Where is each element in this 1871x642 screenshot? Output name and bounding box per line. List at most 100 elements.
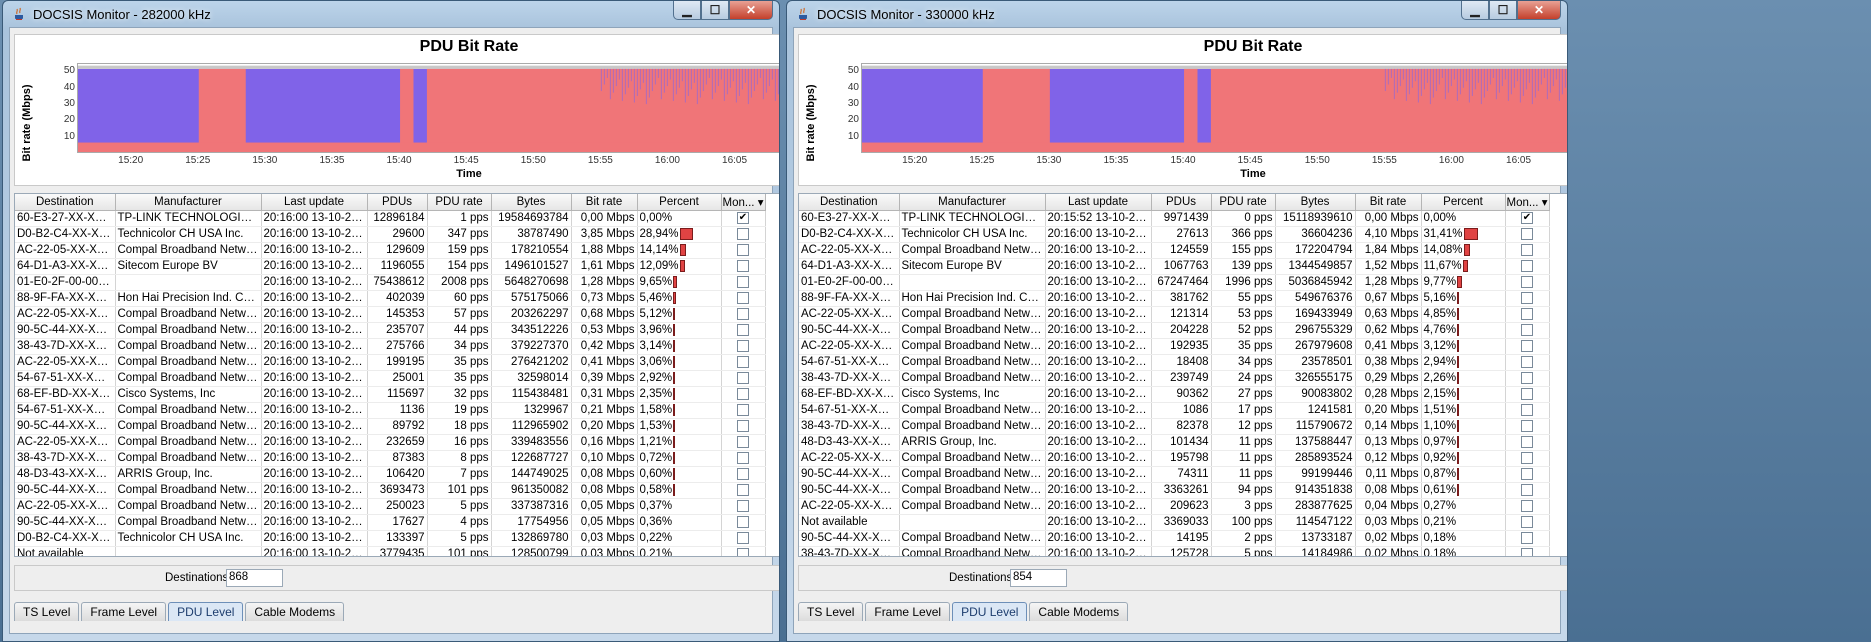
monitor-checkbox[interactable] (737, 308, 749, 320)
table-row[interactable]: 64-D1-A3-XX-XX-8B Sitecom Europe BV 20:16:… (799, 258, 1550, 275)
monitor-checkbox[interactable] (1521, 372, 1533, 384)
monitor-checkbox[interactable] (737, 372, 749, 384)
tab-pdu-level[interactable]: PDU Level (952, 602, 1028, 621)
monitor-checkbox[interactable] (1521, 228, 1533, 240)
monitor-checkbox[interactable] (1521, 260, 1533, 272)
monitor-checkbox[interactable] (737, 548, 749, 556)
monitor-checkbox[interactable] (1521, 548, 1533, 556)
monitor-checkbox[interactable] (737, 324, 749, 336)
monitor-checkbox[interactable] (1521, 356, 1533, 368)
table-row[interactable]: D0-B2-C4-XX-XX-D1 Technicolor CH USA Inc.… (15, 530, 766, 547)
close-button[interactable]: ✕ (729, 1, 773, 20)
table-row[interactable]: AC-22-05-XX-XX-28 Compal Broadband Networ… (799, 498, 1550, 515)
table-row[interactable]: D0-B2-C4-XX-XX-C9 Technicolor CH USA Inc.… (15, 226, 766, 243)
table-row[interactable]: 88-9F-FA-XX-XX-1D Hon Hai Precision Ind. … (799, 290, 1550, 307)
table-row[interactable]: 68-EF-BD-XX-XX-F2 Cisco Systems, Inc 20:16… (15, 386, 766, 403)
column-header[interactable]: Percent (1421, 194, 1506, 211)
monitor-checkbox[interactable] (1521, 532, 1533, 544)
maximize-button[interactable]: ☐ (701, 1, 729, 20)
table-row[interactable]: D0-B2-C4-XX-XX-C9 Technicolor CH USA Inc.… (799, 226, 1550, 243)
monitor-checkbox[interactable] (1521, 452, 1533, 464)
table-row[interactable]: 38-43-7D-XX-XX-79 Compal Broadband Networ… (799, 418, 1550, 435)
table-row[interactable]: 60-E3-27-XX-XX-7FTP-LINK TECHNOLOGIES C.… (799, 210, 1550, 227)
table-row[interactable]: AC-22-05-XX-XX-28 Compal Broadband Networ… (15, 498, 766, 515)
monitor-checkbox[interactable] (737, 356, 749, 368)
table-row[interactable]: 54-67-51-XX-XX-2E Compal Broadband Networ… (799, 402, 1550, 419)
table-row[interactable]: 01-E0-2F-00-00-01 20:16:00 13-10-2018 6724… (799, 274, 1550, 291)
tab-ts-level[interactable]: TS Level (14, 602, 80, 621)
table-row[interactable]: 90-5C-44-XX-XX-D6 Compal Broadband Networ… (15, 418, 766, 435)
titlebar[interactable]: DOCSIS Monitor - 330000 kHz ▁ ☐ ✕ (793, 1, 1561, 27)
table-row[interactable]: 48-D3-43-XX-XX-15 ARRIS Group, Inc. 20:16:… (799, 434, 1550, 451)
table-row[interactable]: 90-5C-44-XX-XX-37 Compal Broadband Networ… (15, 322, 766, 339)
table-row[interactable]: 54-67-51-XX-XX-2E Compal Broadband Networ… (15, 402, 766, 419)
column-header[interactable]: Last update (261, 194, 368, 211)
table-row[interactable]: AC-22-05-XX-XX-FB Compal Broadband Networ… (799, 338, 1550, 355)
table-row[interactable]: 60-E3-27-XX-XX-7FTP-LINK TECHNOLOGIES C.… (15, 210, 766, 227)
monitor-checkbox[interactable] (1521, 484, 1533, 496)
monitor-checkbox[interactable] (737, 420, 749, 432)
tab-ts-level[interactable]: TS Level (798, 602, 864, 621)
monitor-checkbox[interactable] (1521, 292, 1533, 304)
tab-cable-modems[interactable]: Cable Modems (1029, 602, 1129, 621)
table-row[interactable]: 38-43-7D-XX-XX-46 Compal Broadband Networ… (799, 370, 1550, 387)
table-row[interactable]: 90-5C-44-XX-XX-D6 Compal Broadband Networ… (799, 466, 1550, 483)
column-header[interactable]: PDUs (1151, 194, 1212, 211)
table-row[interactable]: 54-67-51-XX-XX-40 Compal Broadband Networ… (799, 354, 1550, 371)
table-row[interactable]: 48-D3-43-XX-XX-15 ARRIS Group, Inc. 20:16:… (15, 466, 766, 483)
tab-frame-level[interactable]: Frame Level (81, 602, 167, 621)
monitor-checkbox[interactable] (1521, 500, 1533, 512)
monitor-checkbox[interactable] (737, 276, 749, 288)
table-row[interactable]: 90-5C-44-XX-XX-36 Compal Broadband Networ… (799, 482, 1550, 499)
monitor-checkbox[interactable] (1521, 340, 1533, 352)
column-header[interactable]: Manufacturer (115, 194, 262, 211)
table-row[interactable]: 38-43-7D-XX-XX-D3 Compal Broadband Networ… (799, 546, 1550, 556)
tab-frame-level[interactable]: Frame Level (865, 602, 951, 621)
table-row[interactable]: 88-9F-FA-XX-XX-1D Hon Hai Precision Ind. … (15, 290, 766, 307)
column-header[interactable]: Mon... ▾ (1505, 194, 1550, 211)
table-row[interactable]: 64-D1-A3-XX-XX-8B Sitecom Europe BV 20:16:… (15, 258, 766, 275)
column-header[interactable]: Bytes (1275, 194, 1356, 211)
monitor-checkbox[interactable] (1521, 436, 1533, 448)
monitor-checkbox[interactable] (737, 500, 749, 512)
monitor-checkbox[interactable] (1521, 324, 1533, 336)
table-row[interactable]: AC-22-05-XX-XX-16 Compal Broadband Networ… (15, 434, 766, 451)
maximize-button[interactable]: ☐ (1489, 1, 1517, 20)
column-header[interactable]: Bit rate (571, 194, 638, 211)
monitor-checkbox[interactable] (737, 516, 749, 528)
monitor-checkbox[interactable] (737, 468, 749, 480)
monitor-checkbox[interactable] (737, 388, 749, 400)
minimize-button[interactable]: ▁ (673, 1, 701, 20)
column-header[interactable]: Mon... ▾ (721, 194, 766, 211)
column-header[interactable]: PDU rate (1211, 194, 1276, 211)
monitor-checkbox[interactable] (737, 228, 749, 240)
table-row[interactable]: AC-22-05-XX-XX-16 Compal Broadband Networ… (799, 450, 1550, 467)
monitor-checkbox[interactable] (737, 484, 749, 496)
table-row[interactable]: AC-22-05-XX-XX-C5 Compal Broadband Networ… (799, 242, 1550, 259)
table-row[interactable]: 90-5C-44-XX-XX-37 Compal Broadband Networ… (799, 322, 1550, 339)
monitor-checkbox[interactable] (737, 532, 749, 544)
column-header[interactable]: Manufacturer (899, 194, 1046, 211)
column-header[interactable]: PDU rate (427, 194, 492, 211)
destinations-count-field[interactable]: 868 (226, 569, 283, 587)
table-row[interactable]: 90-5C-44-XX-XX-39 Compal Broadband Networ… (799, 530, 1550, 547)
monitor-checkbox[interactable] (737, 292, 749, 304)
column-header[interactable]: Destination (799, 194, 900, 211)
monitor-checkbox[interactable] (737, 452, 749, 464)
monitor-checkbox[interactable] (737, 244, 749, 256)
minimize-button[interactable]: ▁ (1461, 1, 1489, 20)
tab-cable-modems[interactable]: Cable Modems (245, 602, 345, 621)
destinations-count-field[interactable]: 854 (1010, 569, 1067, 587)
monitor-checkbox[interactable] (737, 436, 749, 448)
monitor-checkbox[interactable] (1521, 244, 1533, 256)
monitor-checkbox[interactable] (1521, 276, 1533, 288)
monitor-checkbox[interactable] (1521, 468, 1533, 480)
monitor-checkbox[interactable] (1521, 420, 1533, 432)
table-row[interactable]: Not available 20:16:00 13-10-2018 3779435 1… (15, 546, 766, 556)
destinations-table[interactable]: Destination Manufacturer Last update PDUs PD… (798, 193, 1567, 557)
table-row[interactable]: 68-EF-BD-XX-XX-F2 Cisco Systems, Inc 20:16… (799, 386, 1550, 403)
monitor-checkbox[interactable] (737, 340, 749, 352)
table-row[interactable]: AC-22-05-XX-XX-C5 Compal Broadband Networ… (15, 242, 766, 259)
table-row[interactable]: AC-22-05-XX-XX-FB Compal Broadband Networ… (15, 354, 766, 371)
column-header[interactable]: PDUs (367, 194, 428, 211)
